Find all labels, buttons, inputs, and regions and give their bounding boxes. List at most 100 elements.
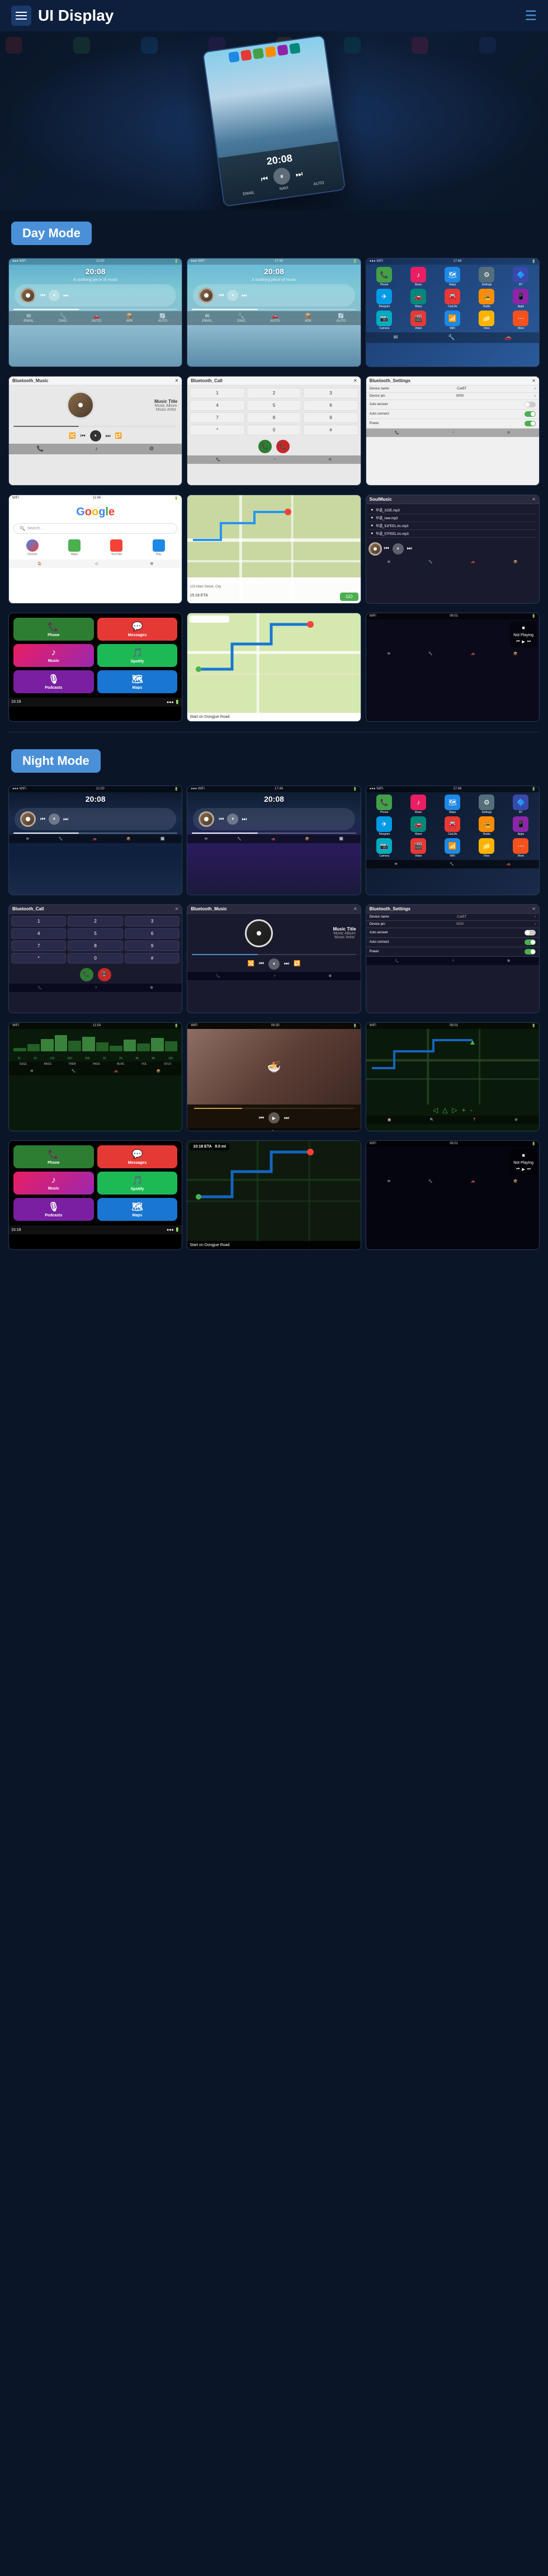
night-app-waze[interactable]: 🚗 Waze <box>403 816 434 836</box>
night-nav-aut2-2[interactable]: 🔄 <box>339 837 343 841</box>
night-food-nav-1[interactable]: ✉ <box>216 1130 219 1131</box>
night-nav-apk-2[interactable]: 📦 <box>305 837 309 841</box>
app-music[interactable]: ♪ Music <box>403 267 434 286</box>
night-nav-apk-1[interactable]: 📦 <box>126 837 130 841</box>
app-telegram[interactable]: ✈ Telegram <box>369 289 400 308</box>
key-8[interactable]: 8 <box>247 412 301 423</box>
social-music-close[interactable]: ✕ <box>532 497 536 502</box>
night-app-settings[interactable]: ⚙ Settings <box>471 795 503 814</box>
night-power-toggle[interactable] <box>525 949 536 955</box>
nav-auto2-2[interactable]: 🔄 AUTO <box>337 313 346 323</box>
night-app-video[interactable]: 🎬 Video <box>403 838 434 858</box>
app-video[interactable]: 🎬 Video <box>403 311 434 330</box>
night-nav-music-2[interactable]: ♪ <box>274 974 276 978</box>
hero-play-btn[interactable]: ⏸ <box>272 167 291 186</box>
np-play[interactable]: ▶ <box>522 640 525 644</box>
night-play-bt[interactable]: ⏸ <box>268 958 280 970</box>
nav-np-3[interactable]: 🚗 <box>471 652 475 656</box>
bt-settings-close[interactable]: ✕ <box>532 378 536 383</box>
key-star[interactable]: * <box>190 425 244 435</box>
social-track-3[interactable]: ★ 华语_51FEEL.lrc.mp3 <box>369 522 537 530</box>
night-app-bt[interactable]: 🔷 BT <box>505 795 537 814</box>
prev-btn-2[interactable]: ⏮ <box>219 293 224 299</box>
carplay-podcasts-btn[interactable]: 🎙 Podcasts <box>13 670 94 693</box>
app-wifi[interactable]: 📶 WiFi <box>437 311 469 330</box>
nav-settings-phone[interactable]: 📞 <box>395 431 399 435</box>
night-nav-b-1[interactable]: 🏠 <box>388 1118 391 1122</box>
hangup-btn[interactable]: 📞 <box>276 440 290 453</box>
nav-np-2[interactable]: 🔧 <box>428 652 432 656</box>
night-nav-left[interactable]: ◁ <box>433 1106 438 1114</box>
food-play[interactable]: ▶ <box>268 1112 280 1124</box>
key-4[interactable]: 4 <box>190 400 244 411</box>
night-nav-apps-2[interactable]: 🔧 <box>450 862 453 866</box>
night-nav-email-1[interactable]: ✉ <box>26 837 29 841</box>
nav-diag-1[interactable]: 🔧 DIAG <box>59 313 67 323</box>
app-bt[interactable]: 🔷 BT <box>505 267 537 286</box>
app-waze[interactable]: 🚗 Waze <box>403 289 434 308</box>
night-nav-b-4[interactable]: ⚙ <box>514 1118 517 1122</box>
nav-menu-icon[interactable]: ☰ <box>525 8 537 24</box>
play-btn-bt[interactable]: ⏸ <box>90 430 101 441</box>
app-settings[interactable]: ⚙ Settings <box>471 267 503 286</box>
hamburger-icon[interactable] <box>11 6 31 26</box>
night-nav-right[interactable]: ▷ <box>452 1106 457 1114</box>
play-btn-2[interactable]: ⏸ <box>227 290 238 301</box>
night-app-music[interactable]: ♪ Music <box>403 795 434 814</box>
night-next-2[interactable]: ⏭ <box>242 816 247 822</box>
nav-auto-1[interactable]: 🚗 AUTO <box>92 313 101 323</box>
night-key-7[interactable]: 7 <box>11 941 66 951</box>
night-key-3[interactable]: 3 <box>125 916 179 927</box>
nav-diag-apps[interactable]: 🔧 <box>448 335 455 341</box>
night-nav-zoom-in[interactable]: + <box>462 1106 466 1114</box>
social-track-4[interactable]: ★ 华语_5TFEEL.lrc.mp3 <box>369 530 537 538</box>
night-np-prev[interactable]: ⏮ <box>516 1167 519 1172</box>
night-auto-answer-toggle[interactable] <box>525 930 536 936</box>
night-nav-email-2[interactable]: ✉ <box>205 837 207 841</box>
night-nav-b-3[interactable]: 📍 <box>473 1118 476 1122</box>
night-wave-nav-3[interactable]: 🚗 <box>114 1069 118 1073</box>
night-np-nav-4[interactable]: 📦 <box>513 1179 517 1183</box>
night-carplay-podcasts[interactable]: 🎙 Podcasts <box>13 1198 94 1221</box>
night-app-extra[interactable]: 📱 Apps <box>505 816 537 836</box>
nav-auto-2[interactable]: 🚗 AUTO <box>271 313 280 323</box>
night-next-1[interactable]: ⏭ <box>63 816 68 822</box>
night-app-wifi[interactable]: 📶 WiFi <box>437 838 469 858</box>
nav-apk-1[interactable]: 📦 APK <box>126 313 133 323</box>
carplay-maps-btn[interactable]: 🗺 Maps <box>97 670 178 693</box>
nav-call-phone[interactable]: 📞 <box>216 458 220 462</box>
night-prev-bt[interactable]: ⏮ <box>259 961 264 967</box>
night-nav-up[interactable]: △ <box>442 1106 447 1114</box>
next-btn-2[interactable]: ⏭ <box>242 293 247 299</box>
nav-call-music[interactable]: ♪ <box>274 458 276 462</box>
night-app-maps[interactable]: 🗺 Maps <box>437 795 469 814</box>
google-yt[interactable]: YouTube <box>97 539 136 556</box>
nav-settings-music[interactable]: ♪ <box>452 431 454 435</box>
night-np-nav-1[interactable]: ✉ <box>388 1179 390 1183</box>
nav-diag-2[interactable]: 🔧 DIAG <box>237 313 245 323</box>
night-auto-connect-toggle[interactable] <box>525 939 536 945</box>
bt-music-close[interactable]: ✕ <box>175 378 179 383</box>
social-next[interactable]: ⏭ <box>407 546 412 552</box>
next-btn-1[interactable]: ⏭ <box>63 293 68 299</box>
app-carlife[interactable]: 🚘 CarLife <box>437 289 469 308</box>
key-3[interactable]: 3 <box>303 388 358 398</box>
night-carplay-music[interactable]: ♪ Music <box>13 1172 94 1195</box>
night-np-nav-3[interactable]: 🚗 <box>471 1179 475 1183</box>
night-np-nav-2[interactable]: 🔧 <box>428 1179 432 1183</box>
nav-music[interactable]: ♪ <box>95 446 98 452</box>
nav-phone[interactable]: 📞 <box>37 446 44 452</box>
nav-auto2-1[interactable]: 🔄 AUTO <box>158 313 167 323</box>
social-track-1[interactable]: ★ 华语_315E.mp3 <box>369 506 537 514</box>
app-phone[interactable]: 📞 Phone <box>369 267 400 286</box>
auto-answer-toggle[interactable] <box>525 402 536 407</box>
key-2[interactable]: 2 <box>247 388 301 398</box>
night-play-1[interactable]: ⏸ <box>49 814 60 825</box>
night-food-nav-3[interactable]: 🚗 <box>328 1130 332 1131</box>
prev-btn-1[interactable]: ⏮ <box>40 293 45 299</box>
key-1[interactable]: 1 <box>190 388 244 398</box>
night-nav-diag-2[interactable]: 🔧 <box>237 837 241 841</box>
night-nav-apps-1[interactable]: ✉ <box>395 862 398 866</box>
night-nav-music-1[interactable]: 📞 <box>216 974 220 978</box>
nav-email-apps[interactable]: ✉ <box>393 335 398 341</box>
